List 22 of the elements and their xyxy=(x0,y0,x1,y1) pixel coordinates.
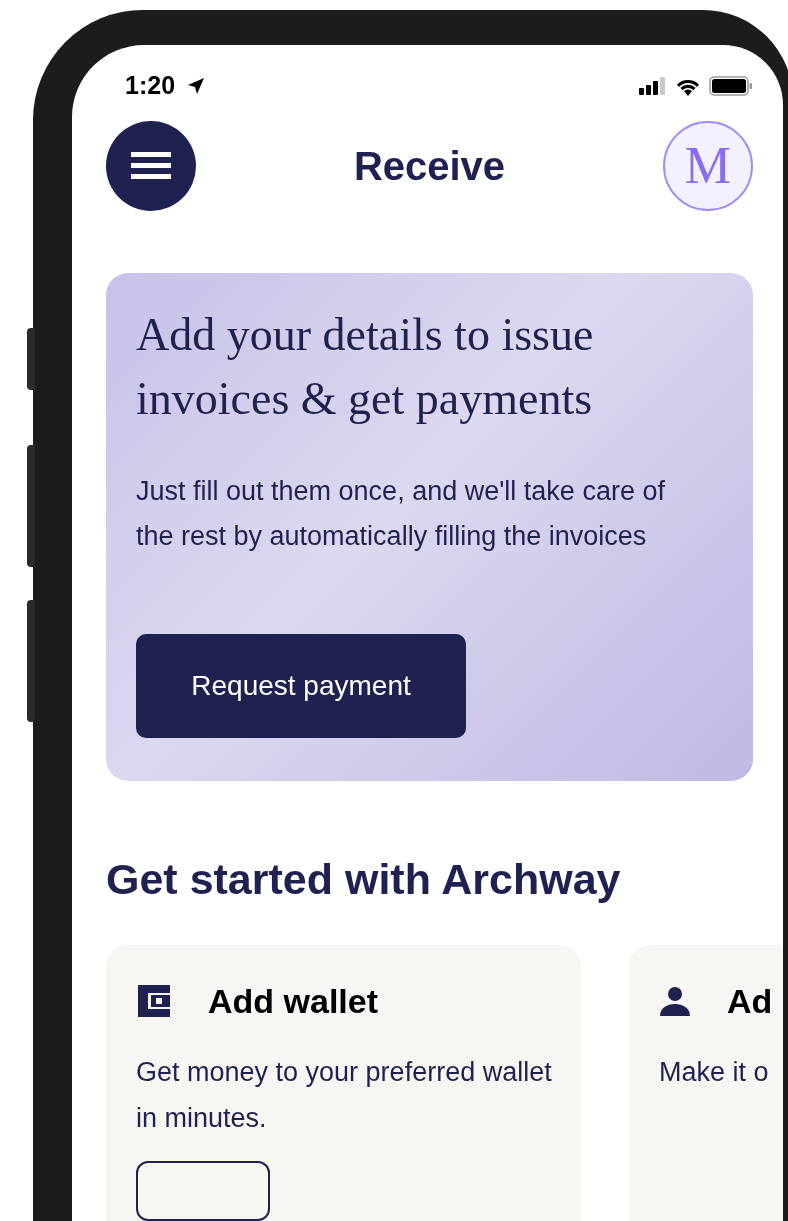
promo-description: Just fill out them once, and we'll take care of the rest by automatically filling the invoices xyxy=(136,475,666,554)
page-title: Receive xyxy=(353,143,506,191)
promo-heading: Add your details to issue invoices & get payments xyxy=(136,308,595,427)
side-button[interactable] xyxy=(27,445,35,567)
feature-card[interactable]: Ad Make it o xyxy=(629,945,783,1221)
outline-button[interactable] xyxy=(136,1161,270,1221)
request-payment-button[interactable]: Request payment xyxy=(136,634,466,739)
signal-icon xyxy=(639,77,667,95)
card-title: Add wallet xyxy=(208,980,379,1022)
section-heading: Get started with Archway xyxy=(106,854,622,905)
status-time: 1:20 xyxy=(125,70,176,102)
side-button[interactable] xyxy=(27,600,35,722)
side-button[interactable] xyxy=(27,328,35,390)
card-description: Get money to your preferred wallet in minutes. xyxy=(136,1056,553,1135)
person-icon xyxy=(659,985,691,1017)
location-arrow-icon xyxy=(187,77,206,95)
menu-icon xyxy=(131,152,171,181)
wallet-icon xyxy=(136,983,172,1019)
card-description: Make it o xyxy=(659,1056,770,1089)
card-title: Ad xyxy=(727,980,773,1022)
battery-icon xyxy=(709,76,753,96)
feature-card[interactable]: Add wallet Get money to your preferred wallet in minutes. xyxy=(106,945,581,1221)
